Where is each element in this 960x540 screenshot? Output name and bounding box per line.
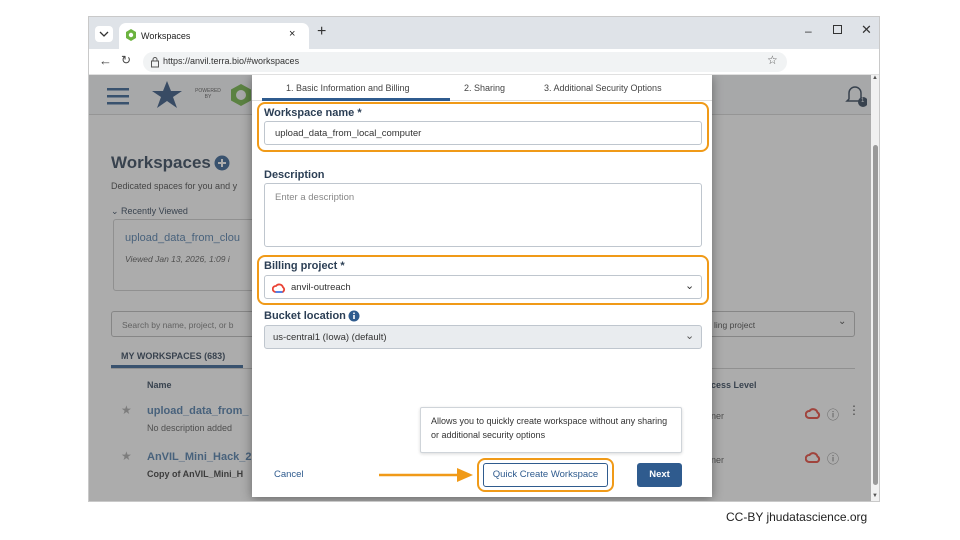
new-tab-icon[interactable]: + (317, 23, 326, 41)
create-workspace-modal: 1. Basic Information and Billing 2. Shar… (252, 75, 712, 497)
browser-toolbar: ← ↻ https://anvil.terra.bio/#workspaces … (89, 49, 879, 75)
bucket-location-label: Bucket location (264, 310, 346, 322)
maximize-icon[interactable] (833, 25, 842, 34)
step-3[interactable]: 3. Additional Security Options (544, 83, 662, 93)
arrow-annotation-icon (379, 468, 473, 482)
bucket-location-value: us-central1 (Iowa) (default) (273, 332, 387, 343)
quick-create-highlight (477, 458, 614, 492)
minimize-icon[interactable]: – (805, 24, 812, 38)
cancel-button[interactable]: Cancel (274, 469, 304, 480)
close-window-icon[interactable]: ✕ (861, 22, 872, 38)
workspace-name-highlight (257, 102, 709, 152)
modal-stepper: 1. Basic Information and Billing 2. Shar… (252, 75, 712, 101)
next-button[interactable]: Next (637, 463, 682, 487)
tab-title: Workspaces (141, 31, 191, 41)
scroll-down-icon[interactable]: ▼ (872, 493, 878, 499)
close-tab-icon[interactable]: × (289, 28, 295, 40)
step-1[interactable]: 1. Basic Information and Billing (286, 83, 410, 93)
step-2[interactable]: 2. Sharing (464, 83, 505, 93)
tab-workspaces[interactable]: Workspaces × (119, 23, 309, 49)
url-text: https://anvil.terra.bio/#workspaces (163, 56, 300, 66)
browser-window: Workspaces × + – ✕ ← ↻ https://anvil.ter… (88, 16, 880, 502)
description-label: Description (264, 169, 325, 181)
tab-bar: Workspaces × + – ✕ (89, 17, 879, 49)
site-info-icon[interactable] (149, 56, 161, 68)
bucket-location-select[interactable]: us-central1 (Iowa) (default) ⌄ (264, 325, 702, 349)
back-icon[interactable]: ← (99, 53, 112, 68)
description-field[interactable]: Enter a description (264, 183, 702, 247)
address-bar[interactable]: https://anvil.terra.bio/#workspaces ☆ (143, 52, 787, 72)
active-step-indicator (262, 98, 450, 101)
info-icon[interactable] (348, 310, 360, 322)
terra-favicon-icon (126, 29, 136, 41)
billing-project-highlight (257, 255, 709, 305)
description-placeholder: Enter a description (275, 192, 355, 203)
bookmark-star-icon[interactable]: ☆ (767, 53, 778, 67)
quick-create-tooltip: Allows you to quickly create workspace w… (420, 407, 682, 453)
reload-icon[interactable]: ↻ (121, 53, 131, 67)
page-scrollbar[interactable]: ▲ ▼ (871, 75, 879, 501)
credit-text: CC-BY jhudatascience.org (726, 510, 868, 524)
chevron-down-icon: ⌄ (685, 330, 695, 342)
scroll-up-icon[interactable]: ▲ (872, 75, 878, 81)
chevron-down-icon (99, 31, 109, 37)
page-content: POWERED BY 1 Workspaces Dedicated spaces… (89, 75, 873, 501)
tab-list-button[interactable] (95, 26, 113, 42)
scrollbar-thumb[interactable] (873, 145, 878, 485)
